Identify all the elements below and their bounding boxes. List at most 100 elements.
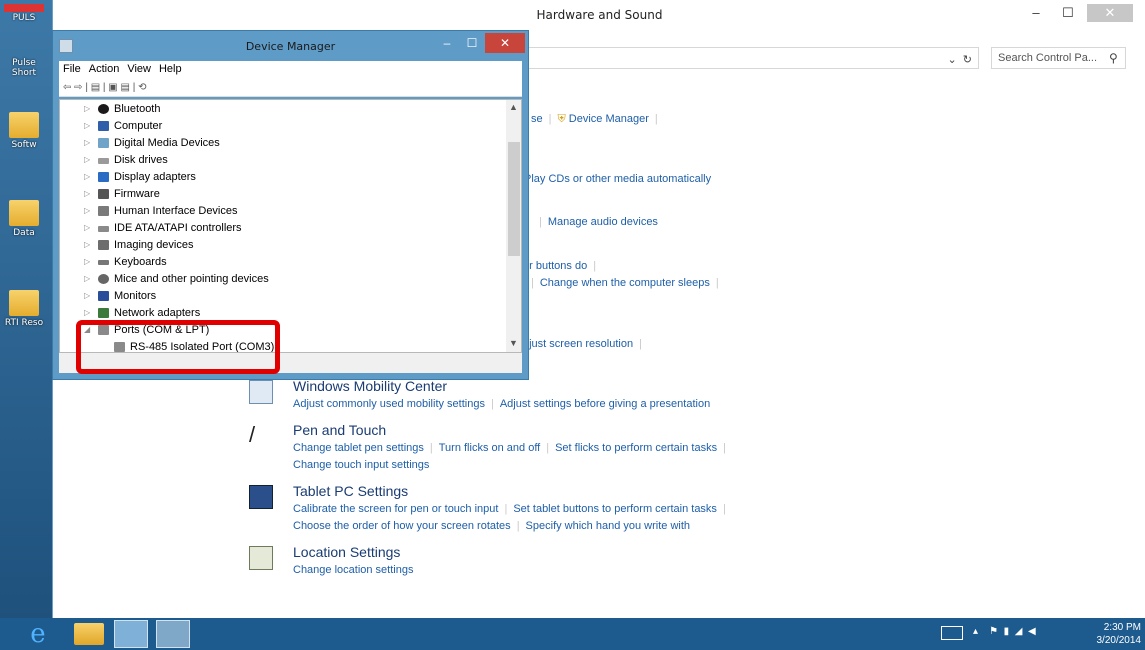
expand-arrow-icon[interactable]: ▷ <box>84 288 90 304</box>
device-manager-titlebar[interactable]: Device Manager – ☐ ✕ <box>53 31 528 60</box>
tree-item-label: Disk drives <box>114 154 168 166</box>
internet-explorer-icon[interactable]: e <box>20 620 56 648</box>
menu-view[interactable]: View <box>123 61 155 77</box>
expand-arrow-icon[interactable]: ▷ <box>84 220 90 236</box>
search-icon[interactable]: ⚲ <box>1109 51 1118 65</box>
tree-item-label: Digital Media Devices <box>114 137 220 149</box>
minimize-button[interactable]: – <box>435 33 459 53</box>
minimize-button[interactable]: – <box>1023 4 1049 22</box>
device-manager-taskbar-icon[interactable] <box>156 620 190 648</box>
menu-action[interactable]: Action <box>85 61 124 77</box>
screen-resolution-link[interactable]: djust screen resolution <box>523 338 633 350</box>
mouse-icon <box>98 274 109 284</box>
touch-keyboard-icon[interactable] <box>941 626 963 640</box>
scroll-up-icon[interactable]: ▲ <box>509 102 518 112</box>
expand-arrow-icon[interactable]: ▷ <box>84 271 90 287</box>
menu-bar: File Action View Help <box>59 61 522 79</box>
search-input[interactable]: Search Control Pa... <box>991 47 1126 69</box>
section-pen-and-touch: / Pen and Touch Change tablet pen settin… <box>249 422 949 472</box>
section-title[interactable]: Pen and Touch <box>293 422 386 438</box>
section-location: Location Settings Change location settin… <box>249 544 949 580</box>
display-links-row: djust screen resolution | <box>523 338 642 350</box>
maximize-button[interactable]: ☐ <box>459 33 485 53</box>
desktop-icon-data[interactable]: Data <box>4 200 44 238</box>
autoplay-link[interactable]: Play CDs or other media automatically <box>524 173 711 185</box>
expand-arrow-icon[interactable]: ▷ <box>84 186 90 202</box>
desktop-icon-pulse-short[interactable]: Pulse Short <box>4 58 44 78</box>
desktop-icon-rti[interactable]: RTI Reso <box>4 290 44 328</box>
section-links: Change tablet pen settings | Turn flicks o… <box>293 442 726 454</box>
taskbar: e ▴ ⚑ ▮ ◢ ◀ 2:30 PM 3/20/2014 <box>0 618 1145 650</box>
section-link[interactable]: Calibrate the screen for pen or touch in… <box>293 503 498 515</box>
desktop-icon-label: PULS <box>12 13 36 23</box>
expand-arrow-icon[interactable]: ▷ <box>84 237 90 253</box>
expand-arrow-icon[interactable]: ▷ <box>84 305 90 321</box>
expand-arrow-icon[interactable]: ▷ <box>84 101 90 117</box>
section-link[interactable]: Change tablet pen settings <box>293 442 424 454</box>
tree-item-label: IDE ATA/ATAPI controllers <box>114 222 242 234</box>
section-link[interactable]: Adjust settings before giving a presenta… <box>500 398 710 410</box>
file-explorer-icon[interactable] <box>74 623 104 645</box>
partial-link[interactable]: se <box>531 113 543 125</box>
pulse-logo <box>4 4 44 12</box>
power-links-row-1: er buttons do | <box>523 260 597 272</box>
tray-icons[interactable]: ▴ ⚑ ▮ ◢ ◀ <box>973 626 1036 637</box>
desktop-icon-label: Pulse Short <box>11 58 37 78</box>
location-icon <box>249 546 273 570</box>
expand-arrow-icon[interactable]: ▷ <box>84 254 90 270</box>
desktop-icon-softw[interactable]: Softw <box>4 112 44 150</box>
section-link[interactable]: Change touch input settings <box>293 459 429 471</box>
firmware-icon <box>98 189 109 199</box>
toolbar[interactable]: ⇦ ⇨ | ▤ | ▣ ▤ | ⟲ <box>59 79 522 97</box>
control-panel-titlebar[interactable]: Hardware and Sound – ☐ ✕ <box>53 0 1145 27</box>
control-panel-taskbar-icon[interactable] <box>114 620 148 648</box>
tree-item-label: Human Interface Devices <box>114 205 238 217</box>
tablet-icon <box>249 485 273 509</box>
display-adapter-icon <box>98 172 109 182</box>
section-link[interactable]: Set tablet buttons to perform certain ta… <box>513 503 717 515</box>
tree-item-label: Network adapters <box>114 307 201 319</box>
expand-arrow-icon[interactable]: ▷ <box>84 203 90 219</box>
expand-arrow-icon[interactable]: ▷ <box>84 152 90 168</box>
expand-arrow-icon[interactable]: ▷ <box>84 118 90 134</box>
vertical-scrollbar[interactable]: ▲ ▼ <box>506 100 521 352</box>
section-title[interactable]: Location Settings <box>293 544 400 560</box>
power-buttons-link[interactable]: er buttons do <box>523 260 587 272</box>
scrollbar-thumb[interactable] <box>508 142 520 256</box>
manage-audio-link[interactable]: Manage audio devices <box>548 216 658 228</box>
section-title[interactable]: Tablet PC Settings <box>293 483 408 499</box>
close-button[interactable]: ✕ <box>1087 4 1133 22</box>
section-link[interactable]: Specify which hand you write with <box>526 520 690 532</box>
clock[interactable]: 2:30 PM 3/20/2014 <box>1095 621 1142 647</box>
section-link[interactable]: Choose the order of how your screen rota… <box>293 520 511 532</box>
scroll-down-icon[interactable]: ▼ <box>509 338 518 348</box>
bluetooth-icon <box>98 104 109 114</box>
section-link[interactable]: Change location settings <box>293 564 413 576</box>
section-link[interactable]: Set flicks to perform certain tasks <box>555 442 717 454</box>
desktop-icon-pulse[interactable]: PULS <box>4 4 44 23</box>
address-bar[interactable]: ⌄ ↻ <box>523 47 979 69</box>
section-link[interactable]: Adjust commonly used mobility settings <box>293 398 485 410</box>
toolbar-icons[interactable]: ⇦ ⇨ | ▤ | ▣ ▤ | ⟲ <box>63 82 147 93</box>
media-device-icon <box>98 138 109 148</box>
device-links-row: se | ⛨ Device Manager | <box>531 113 658 125</box>
sound-links-row: | Manage audio devices <box>539 216 658 228</box>
shield-icon: ⛨ <box>557 113 566 125</box>
section-links: Change location settings <box>293 564 413 576</box>
close-button[interactable]: ✕ <box>485 33 525 53</box>
menu-help[interactable]: Help <box>155 61 186 77</box>
expand-arrow-icon[interactable]: ▷ <box>84 135 90 151</box>
menu-file[interactable]: File <box>59 61 85 77</box>
sleep-link[interactable]: Change when the computer sleeps <box>540 277 710 289</box>
section-link[interactable]: Turn flicks on and off <box>439 442 541 454</box>
disk-drive-icon <box>98 158 109 164</box>
refresh-icon[interactable]: ⌄ ↻ <box>947 53 972 66</box>
power-links-row-2: | Change when the computer sleeps | <box>531 277 719 289</box>
folder-icon <box>9 290 39 316</box>
clock-date: 3/20/2014 <box>1096 635 1142 646</box>
section-title[interactable]: Windows Mobility Center <box>293 378 447 394</box>
maximize-button[interactable]: ☐ <box>1055 4 1081 22</box>
expand-arrow-icon[interactable]: ▷ <box>84 169 90 185</box>
device-manager-link[interactable]: Device Manager <box>569 113 649 125</box>
device-tree: ▷ Bluetooth ▷ Computer ▷ Digital Media D… <box>59 99 522 353</box>
